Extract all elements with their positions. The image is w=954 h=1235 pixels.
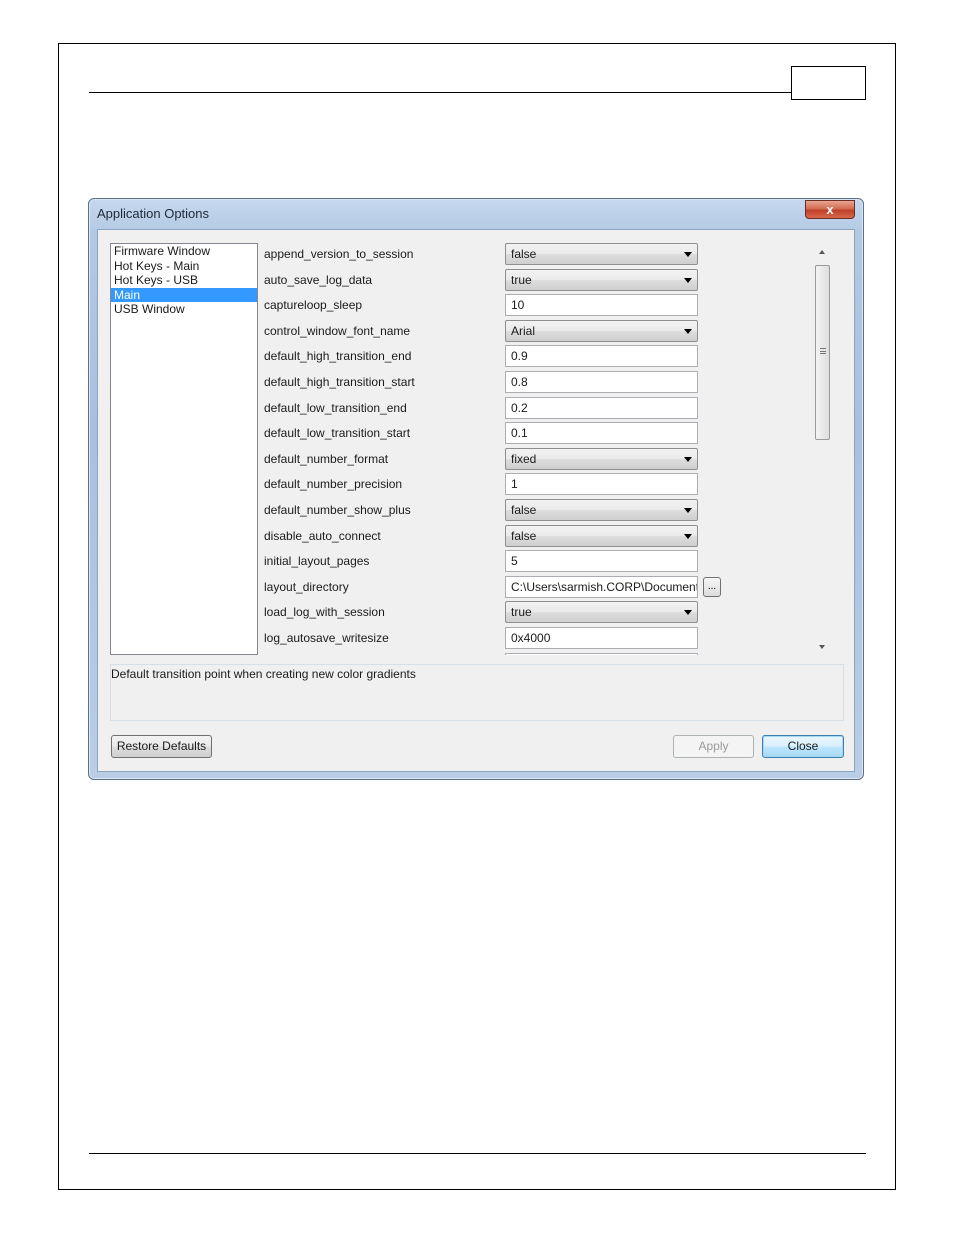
option-row: log_autosave_writesize 0x4000 [260,627,810,653]
option-value: true [511,605,532,619]
option-text-field[interactable]: 0.2 [505,397,698,419]
option-dropdown[interactable]: true [505,601,698,623]
option-row: control_window_font_name Arial [260,320,810,346]
option-row: load_log_with_session true [260,601,810,627]
option-row: append_version_to_session false [260,243,810,269]
option-value: true [511,273,532,287]
apply-button[interactable]: Apply [673,735,754,758]
option-label: control_window_font_name [264,324,411,338]
scroll-thumb[interactable] [815,265,830,440]
option-value: fixed [511,452,537,466]
option-label: load_log_with_session [264,605,385,619]
option-row: default_high_transition_start 0.8 [260,371,810,397]
option-value: 0.8 [511,375,528,389]
description-panel: Default transition point when creating n… [110,664,844,721]
option-value: 0x4000 [511,631,551,645]
options-grid: append_version_to_session false auto_save_… [260,243,810,655]
scroll-down-arrow-icon[interactable] [819,645,825,649]
dropdown-arrow-icon [684,457,692,462]
option-text-field[interactable]: 0.9 [505,345,698,367]
option-text-field[interactable]: 0x4000 [505,627,698,649]
option-row: default_low_transition_end 0.2 [260,397,810,423]
option-row: default_number_show_plus false [260,499,810,525]
category-item[interactable]: Firmware Window [111,244,257,259]
header-rule [89,92,792,93]
dropdown-arrow-icon [684,508,692,513]
option-label: default_low_transition_start [264,426,411,440]
dropdown-arrow-icon [684,329,692,334]
option-label: default_high_transition_end [264,349,412,363]
category-item[interactable]: Hot Keys - Main [111,259,257,274]
option-dropdown[interactable]: false [505,499,698,521]
option-row: default_number_precision 1 [260,473,810,499]
option-text-field[interactable]: C:\Users\sarmish.CORP\Documents [505,576,698,598]
dropdown-arrow-icon [684,534,692,539]
option-text-field[interactable]: 5 [505,550,698,572]
option-value: false [511,247,537,261]
restore-defaults-button[interactable]: Restore Defaults [111,735,212,758]
dialog-client-area: Firmware Window Hot Keys - Main Hot Keys -… [97,229,855,772]
option-dropdown[interactable]: true [505,269,698,291]
dropdown-arrow-icon [684,278,692,283]
application-options-dialog: Application Options x Firmware Window Hot… [88,198,864,780]
option-label: auto_save_log_data [264,273,373,287]
option-label: layout_directory [264,580,349,594]
option-label: disable_auto_connect [264,529,381,543]
option-value: 0.2 [511,401,528,415]
option-value: 10 [511,298,525,312]
option-label: captureloop_sleep [264,298,363,312]
option-row: initial_layout_pages 5 [260,550,810,576]
grip-icon [820,348,826,354]
close-icon: x [826,202,834,217]
category-item[interactable]: USB Window [111,302,257,317]
option-label: default_number_show_plus [264,503,411,517]
scroll-up-arrow-icon[interactable] [819,250,825,254]
option-row: default_high_transition_end 0.9 [260,345,810,371]
browse-button[interactable]: ... [703,577,721,597]
category-list[interactable]: Firmware Window Hot Keys - Main Hot Keys -… [110,243,258,655]
option-dropdown[interactable]: fixed [505,448,698,470]
dialog-title: Application Options [97,206,210,221]
option-value: Arial [511,324,536,338]
option-label: default_low_transition_end [264,401,407,415]
option-text-field[interactable]: 1 [505,473,698,495]
option-row: default_low_transition_start 0.1 [260,422,810,448]
option-value: C:\Users\sarmish.CORP\Documents [511,580,698,594]
option-row: disable_auto_connect false [260,525,810,551]
option-row: captureloop_sleep 10 [260,294,810,320]
option-value: 0.1 [511,426,528,440]
close-button[interactable]: Close [762,735,844,758]
option-label: append_version_to_session [264,247,414,261]
close-window-button[interactable]: x [805,200,855,219]
option-text-field[interactable]: 10 [505,294,698,316]
option-label: log_autosave_writesize [264,631,389,645]
option-value: 0.9 [511,349,528,363]
dropdown-arrow-icon [684,252,692,257]
category-item[interactable]: Main [111,287,257,302]
option-label: initial_layout_pages [264,554,370,568]
options-scrollbar[interactable] [814,243,831,655]
option-dropdown[interactable]: false [505,243,698,265]
option-value: false [511,503,537,517]
option-text-field[interactable]: 0.1 [505,422,698,444]
option-value: 5 [511,554,518,568]
option-value: 1 [511,477,518,491]
description-text: Default transition point when creating n… [111,667,416,681]
option-row: auto_save_log_data true [260,269,810,295]
option-label: default_number_format [264,452,389,466]
page-number-box [791,66,866,100]
option-dropdown[interactable]: Arial [505,320,698,342]
option-dropdown[interactable]: false [505,525,698,547]
option-text-field-partial[interactable] [505,653,698,655]
option-row: default_number_format fixed [260,448,810,474]
footer-rule [89,1153,866,1154]
option-row: layout_directory C:\Users\sarmish.CORP\Do… [260,576,810,602]
option-label: default_number_precision [264,477,403,491]
title-bar[interactable]: Application Options x [89,199,863,229]
dropdown-arrow-icon [684,610,692,615]
option-text-field[interactable]: 0.8 [505,371,698,393]
option-value: false [511,529,537,543]
category-item[interactable]: Hot Keys - USB [111,273,257,288]
option-label: default_high_transition_start [264,375,415,389]
